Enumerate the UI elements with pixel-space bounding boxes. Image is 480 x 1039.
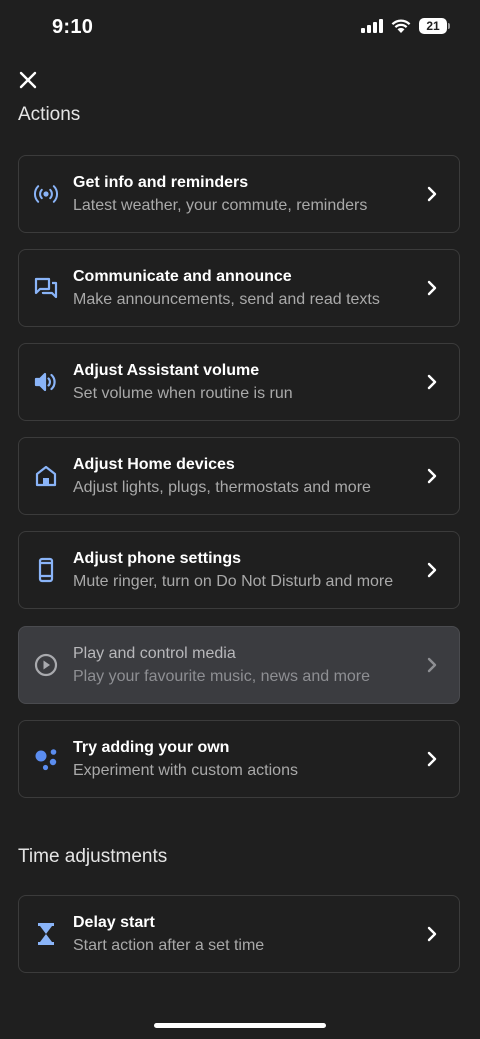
card-subtitle: Play your favourite music, news and more bbox=[73, 668, 371, 685]
chat-icon bbox=[33, 275, 59, 301]
chevron-right-icon bbox=[427, 657, 437, 673]
hourglass-icon bbox=[33, 921, 59, 947]
chevron-right-icon bbox=[427, 751, 437, 767]
chevron-right-icon bbox=[427, 374, 437, 390]
action-card-media[interactable]: Play and control media Play your favouri… bbox=[18, 626, 460, 704]
card-subtitle: Latest weather, your commute, reminders bbox=[73, 197, 368, 214]
broadcast-icon bbox=[33, 181, 59, 207]
chevron-right-icon bbox=[427, 926, 437, 942]
status-time: 9:10 bbox=[52, 16, 94, 38]
battery-tip bbox=[448, 23, 450, 29]
home-indicator[interactable] bbox=[154, 1023, 326, 1028]
chevron-right-icon bbox=[427, 186, 437, 202]
card-subtitle: Make announcements, send and read texts bbox=[73, 291, 380, 308]
card-title: Adjust Home devices bbox=[73, 456, 235, 473]
card-title: Adjust phone settings bbox=[73, 550, 241, 567]
volume-icon bbox=[33, 369, 59, 395]
card-subtitle: Adjust lights, plugs, thermostats and mo… bbox=[73, 479, 371, 496]
battery-level: 21 bbox=[426, 19, 440, 33]
close-button[interactable] bbox=[14, 66, 42, 94]
card-title: Adjust Assistant volume bbox=[73, 362, 260, 379]
card-title: Play and control media bbox=[73, 645, 236, 662]
card-title: Get info and reminders bbox=[73, 174, 249, 191]
signal-icon bbox=[361, 19, 383, 33]
wifi-icon bbox=[391, 18, 411, 33]
action-card-home-devices[interactable]: Adjust Home devices Adjust lights, plugs… bbox=[18, 437, 460, 515]
section-heading-actions: Actions bbox=[18, 104, 81, 125]
action-card-custom[interactable]: Try adding your own Experiment with cust… bbox=[18, 720, 460, 798]
chevron-right-icon bbox=[427, 562, 437, 578]
card-subtitle: Set volume when routine is run bbox=[73, 385, 293, 402]
card-title: Delay start bbox=[73, 914, 155, 931]
action-card-delay-start[interactable]: Delay start Start action after a set tim… bbox=[18, 895, 460, 973]
battery-icon: 21 bbox=[419, 18, 447, 34]
home-icon bbox=[33, 463, 59, 489]
chevron-right-icon bbox=[427, 468, 437, 484]
action-card-communicate[interactable]: Communicate and announce Make announceme… bbox=[18, 249, 460, 327]
chevron-right-icon bbox=[427, 280, 437, 296]
card-subtitle: Mute ringer, turn on Do Not Disturb and … bbox=[73, 573, 394, 590]
phone-icon bbox=[33, 557, 59, 583]
play-circle-icon bbox=[33, 652, 59, 678]
status-bar: 9:10 21 bbox=[0, 0, 480, 56]
status-icons: 21 bbox=[361, 18, 450, 34]
action-card-phone-settings[interactable]: Adjust phone settings Mute ringer, turn … bbox=[18, 531, 460, 609]
battery-indicator: 21 bbox=[419, 18, 450, 34]
card-subtitle: Experiment with custom actions bbox=[73, 762, 298, 779]
action-card-get-info[interactable]: Get info and reminders Latest weather, y… bbox=[18, 155, 460, 233]
section-heading-time-adjustments: Time adjustments bbox=[18, 846, 168, 867]
card-title: Communicate and announce bbox=[73, 268, 292, 285]
assistant-dots-icon bbox=[33, 746, 59, 772]
card-subtitle: Start action after a set time bbox=[73, 937, 265, 954]
card-title: Try adding your own bbox=[73, 739, 230, 756]
action-card-volume[interactable]: Adjust Assistant volume Set volume when … bbox=[18, 343, 460, 421]
close-icon bbox=[19, 71, 37, 89]
